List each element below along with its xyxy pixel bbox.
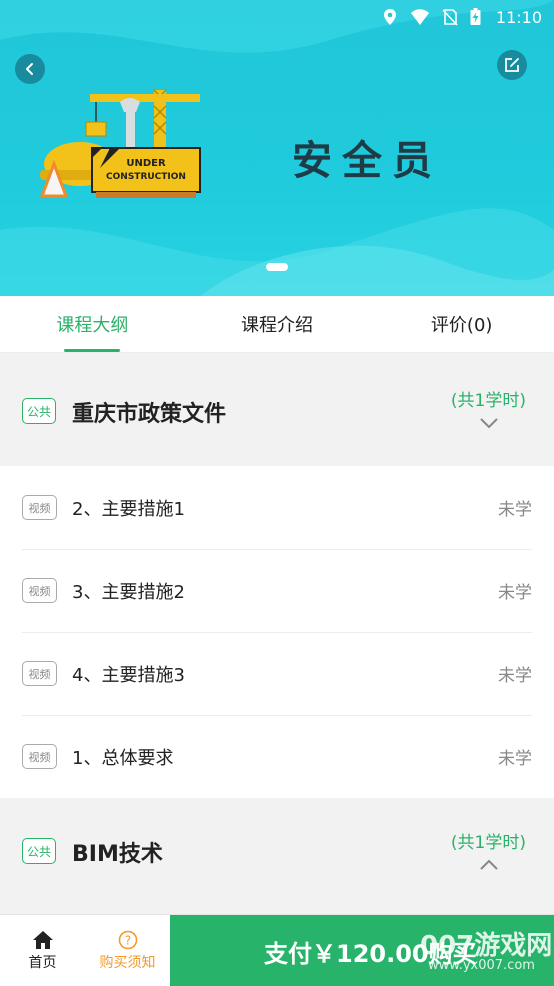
chevron-left-icon bbox=[26, 63, 33, 75]
banner-title: 安全员 bbox=[292, 138, 442, 184]
lesson-title: 2、主要措施1 bbox=[72, 498, 185, 520]
lesson-list: 视频 2、主要措施1 未学 视频 3、主要措施2 未学 视频 4、主要措施3 未… bbox=[0, 466, 554, 798]
construction-illustration: UNDER CONSTRUCTION bbox=[39, 89, 201, 198]
lesson-item[interactable]: 视频 3、主要措施2 未学 bbox=[0, 549, 554, 632]
lesson-status: 未学 bbox=[498, 666, 532, 686]
video-tag: 视频 bbox=[22, 744, 57, 769]
svg-text:?: ? bbox=[124, 933, 130, 947]
lesson-item[interactable]: 视频 2、主要措施1 未学 bbox=[0, 466, 554, 549]
tab-active-indicator bbox=[64, 349, 121, 352]
svg-text:UNDER: UNDER bbox=[126, 158, 166, 169]
course-tabs: 课程大纲 课程介绍 评价(0) bbox=[0, 296, 554, 353]
tab-reviews-label: 评价(0) bbox=[430, 315, 493, 336]
svg-text:CONSTRUCTION: CONSTRUCTION bbox=[106, 172, 186, 182]
video-tag: 视频 bbox=[22, 495, 57, 520]
lesson-title: 4、主要措施3 bbox=[72, 664, 185, 686]
tab-introduction-label: 课程介绍 bbox=[241, 315, 313, 336]
lesson-status: 未学 bbox=[498, 749, 532, 769]
home-icon bbox=[32, 930, 53, 949]
tab-outline-label: 课程大纲 bbox=[56, 315, 129, 336]
carousel-indicator[interactable] bbox=[266, 263, 288, 271]
purchase-notice-label: 购买须知 bbox=[99, 954, 156, 971]
chapter-header[interactable]: 公共 BIM技术 (共1学时) bbox=[0, 798, 554, 910]
lesson-status: 未学 bbox=[498, 500, 532, 520]
wifi-icon bbox=[410, 9, 429, 25]
back-button[interactable] bbox=[15, 54, 45, 84]
chapter-title: BIM技术 bbox=[72, 842, 163, 867]
chevron-up-icon[interactable] bbox=[478, 858, 500, 872]
status-time: 11:10 bbox=[495, 7, 542, 27]
lesson-status: 未学 bbox=[498, 583, 532, 603]
lesson-title: 1、总体要求 bbox=[72, 747, 174, 769]
course-banner: 11:10 UNDER CONSTRUCTION 安全员 bbox=[0, 0, 554, 296]
purchase-notice-button[interactable]: ? 购买须知 bbox=[85, 915, 170, 986]
edit-icon bbox=[505, 58, 519, 72]
video-tag: 视频 bbox=[22, 578, 57, 603]
chevron-down-icon[interactable] bbox=[478, 416, 500, 430]
watermark: 007游戏网 bbox=[420, 931, 553, 961]
chapter-hours: (共1学时) bbox=[450, 391, 526, 411]
public-tag: 公共 bbox=[22, 838, 56, 864]
lesson-item[interactable]: 视频 4、主要措施3 未学 bbox=[0, 632, 554, 715]
public-tag: 公共 bbox=[22, 398, 56, 424]
lesson-item[interactable]: 视频 1、总体要求 未学 bbox=[0, 715, 554, 798]
tab-outline[interactable]: 课程大纲 bbox=[0, 296, 185, 352]
no-sim-icon bbox=[442, 9, 458, 26]
course-detail-page: 11:10 UNDER CONSTRUCTION 安全员 课程大纲 课程介绍 评… bbox=[0, 0, 554, 986]
location-icon bbox=[383, 9, 396, 25]
chapter-title: 重庆市政策文件 bbox=[72, 402, 227, 427]
lesson-title: 3、主要措施2 bbox=[72, 581, 185, 603]
question-icon: ? bbox=[118, 930, 137, 949]
tab-introduction[interactable]: 课程介绍 bbox=[185, 296, 370, 352]
video-tag: 视频 bbox=[22, 661, 57, 686]
battery-charging-icon bbox=[470, 8, 481, 25]
edit-button[interactable] bbox=[497, 50, 527, 80]
chapter-header[interactable]: 公共 重庆市政策文件 (共1学时) bbox=[0, 354, 554, 466]
home-label: 首页 bbox=[28, 954, 57, 971]
chapter-hours: (共1学时) bbox=[450, 833, 526, 853]
status-bar: 11:10 bbox=[0, 0, 554, 34]
watermark-url: www.yx007.com bbox=[428, 958, 535, 973]
tab-reviews[interactable]: 评价(0) bbox=[369, 296, 554, 352]
home-button[interactable]: 首页 bbox=[0, 915, 85, 986]
under-construction-sign: UNDER CONSTRUCTION bbox=[91, 147, 201, 193]
